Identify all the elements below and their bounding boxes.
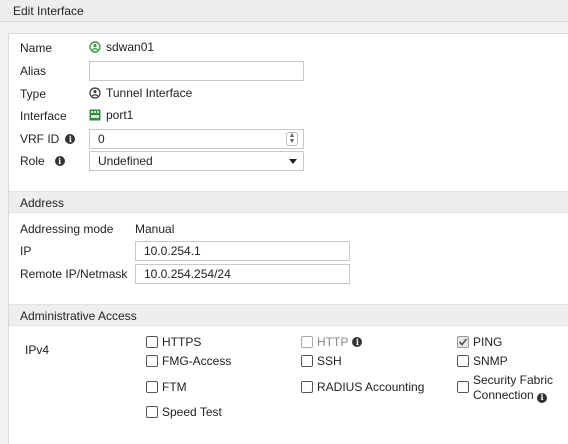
checkbox-box[interactable]: [457, 336, 469, 348]
dialog-title: Edit Interface: [0, 0, 568, 22]
checkbox-box[interactable]: [301, 336, 313, 348]
info-icon[interactable]: i: [537, 392, 548, 403]
checkbox-box[interactable]: [457, 355, 469, 367]
role-select[interactable]: Undefined: [89, 151, 304, 171]
https-label: HTTPS: [162, 335, 202, 349]
role-label: Role i: [20, 154, 65, 168]
security-fabric-label-line1: Security Fabric: [473, 373, 554, 387]
addressing-mode-value: Manual: [135, 222, 175, 236]
snmp-checkbox[interactable]: SNMP: [457, 354, 508, 368]
checkbox-box[interactable]: [301, 355, 313, 367]
radius-accounting-label: RADIUS Accounting: [317, 380, 425, 394]
speed-test-label: Speed Test: [162, 405, 222, 419]
checkbox-box[interactable]: [146, 406, 158, 418]
ftm-checkbox[interactable]: FTM: [146, 380, 187, 394]
snmp-label: SNMP: [473, 354, 508, 368]
checkbox-box[interactable]: [146, 336, 158, 348]
interface-label: Interface: [20, 109, 67, 123]
interface-text: port1: [106, 108, 134, 122]
security-fabric-label: Security Fabric Connection i: [473, 373, 553, 403]
checkbox-box[interactable]: [301, 381, 313, 393]
name-label: Name: [20, 41, 53, 55]
vrf-id-input[interactable]: 0 ▲ ▼: [89, 129, 304, 149]
checkmark-icon: [458, 338, 468, 346]
role-label-text: Role: [20, 154, 45, 168]
security-fabric-connection-checkbox[interactable]: Security Fabric Connection i: [457, 373, 553, 403]
ip-input[interactable]: 10.0.254.1: [135, 241, 350, 261]
interface-value: port1: [89, 108, 133, 122]
spinner-icon[interactable]: ▲ ▼: [286, 132, 298, 146]
vrf-id-value: 0: [98, 132, 105, 146]
name-text: sdwan01: [106, 40, 155, 54]
checkbox-box[interactable]: [457, 381, 469, 393]
port-icon: [89, 109, 101, 121]
https-checkbox[interactable]: HTTPS: [146, 335, 201, 349]
ping-checkbox[interactable]: PING: [457, 335, 502, 349]
security-fabric-label-line2: Connection: [473, 388, 534, 402]
chevron-down-icon: [289, 159, 297, 164]
address-section-header: Address: [9, 191, 568, 213]
sdwan-icon: [89, 41, 101, 53]
type-value: Tunnel Interface: [89, 86, 192, 100]
ping-label: PING: [473, 335, 503, 349]
ipv4-label: IPv4: [25, 343, 50, 357]
alias-label: Alias: [20, 64, 47, 78]
addressing-mode-label: Addressing mode: [20, 222, 114, 236]
vrf-label: VRF ID i: [20, 132, 76, 146]
radius-accounting-checkbox[interactable]: RADIUS Accounting: [301, 380, 424, 394]
fmg-access-checkbox[interactable]: FMG-Access: [146, 354, 231, 368]
role-select-value: Undefined: [98, 154, 153, 168]
remote-ip-label: Remote IP/Netmask: [20, 267, 128, 281]
fmg-access-label: FMG-Access: [162, 354, 232, 368]
ssh-checkbox[interactable]: SSH: [301, 354, 342, 368]
speed-test-checkbox[interactable]: Speed Test: [146, 405, 222, 419]
http-label: HTTP: [317, 335, 349, 349]
type-label: Type: [20, 87, 47, 101]
info-icon[interactable]: i: [352, 337, 363, 347]
ip-label: IP: [20, 244, 32, 258]
checkbox-box[interactable]: [146, 381, 158, 393]
checkbox-box[interactable]: [146, 355, 158, 367]
edit-interface-panel: Name sdwan01 Alias Type Tunnel Interface…: [8, 33, 568, 444]
info-icon[interactable]: i: [65, 134, 76, 144]
info-icon[interactable]: i: [54, 156, 65, 166]
ssh-label: SSH: [317, 354, 342, 368]
name-value: sdwan01: [89, 40, 154, 54]
admin-access-section-header: Administrative Access: [9, 304, 568, 326]
ftm-label: FTM: [162, 380, 187, 394]
vrf-label-text: VRF ID: [20, 132, 60, 146]
tunnel-icon: [89, 87, 101, 99]
http-checkbox[interactable]: HTTP i: [301, 335, 363, 349]
alias-input[interactable]: [89, 61, 304, 81]
remote-ip-input[interactable]: 10.0.254.254/24: [135, 264, 350, 284]
type-text: Tunnel Interface: [106, 86, 193, 100]
